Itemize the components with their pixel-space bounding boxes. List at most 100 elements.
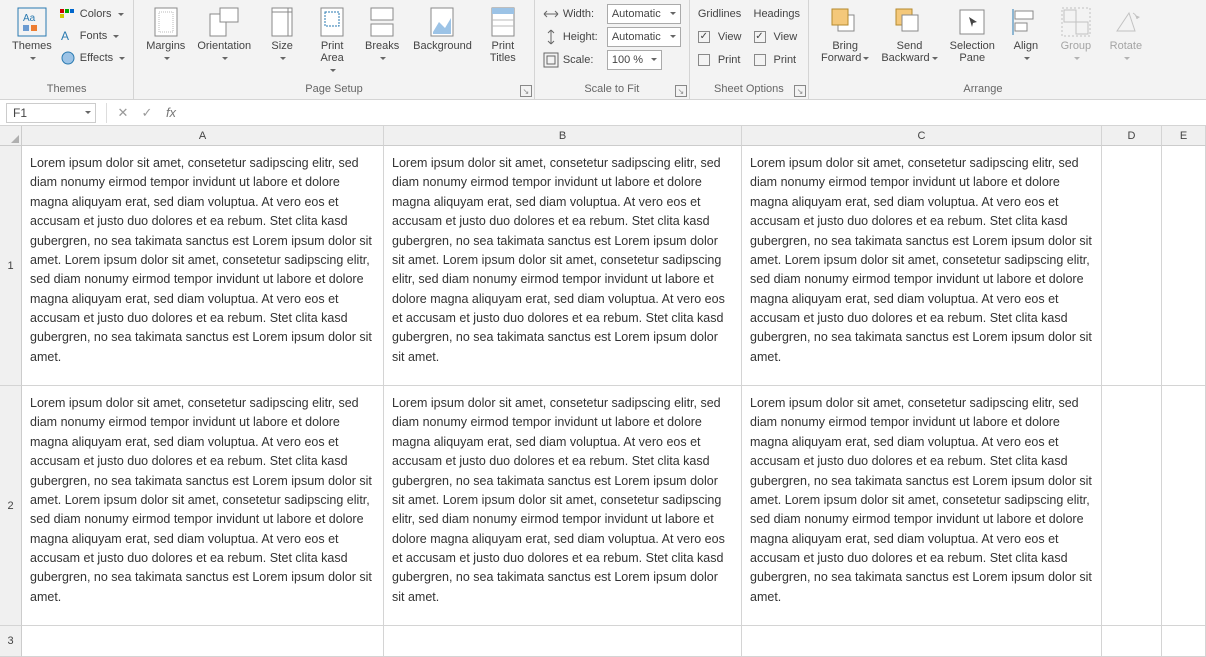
print-titles-icon xyxy=(487,6,519,38)
column-header[interactable]: A xyxy=(22,126,384,146)
cancel-formula-button[interactable]: ✕ xyxy=(111,103,135,123)
rotate-button: Rotate xyxy=(1103,4,1149,66)
themes-icon: Aa xyxy=(16,6,48,38)
bring-forward-icon xyxy=(829,6,861,38)
gridlines-print-checkbox[interactable]: Print xyxy=(698,50,742,70)
group-sheet-options: Gridlines View Print Headings View Print… xyxy=(690,0,809,99)
send-backward-button[interactable]: Send Backward xyxy=(877,4,941,66)
cell-C3[interactable] xyxy=(742,626,1102,657)
select-all-button[interactable] xyxy=(0,126,22,146)
orientation-button[interactable]: Orientation xyxy=(193,4,255,66)
group-label-arrange: Arrange xyxy=(817,81,1149,97)
print-area-button[interactable]: Print Area xyxy=(309,4,355,78)
send-backward-icon xyxy=(893,6,925,38)
cell-D3[interactable] xyxy=(1102,626,1162,657)
selection-pane-icon xyxy=(956,6,988,38)
bring-forward-button[interactable]: Bring Forward xyxy=(817,4,873,66)
size-button[interactable]: Size xyxy=(259,4,305,66)
cell-E1[interactable] xyxy=(1162,146,1206,386)
cell-D2[interactable] xyxy=(1102,386,1162,626)
group-page-setup: Margins Orientation Size Print Area Brea… xyxy=(134,0,535,99)
height-label: Height: xyxy=(563,31,603,43)
colors-icon xyxy=(60,6,76,22)
cell-B1[interactable]: Lorem ipsum dolor sit amet, consetetur s… xyxy=(384,146,742,386)
themes-label: Themes xyxy=(12,40,52,52)
fonts-icon: A xyxy=(60,28,76,44)
row-header[interactable]: 1 xyxy=(0,146,22,386)
cell-B2[interactable]: Lorem ipsum dolor sit amet, consetetur s… xyxy=(384,386,742,626)
fx-icon: fx xyxy=(166,105,176,120)
gridlines-view-checkbox[interactable]: View xyxy=(698,27,742,47)
group-label-themes: Themes xyxy=(8,81,125,97)
group-arrange: Bring Forward Send Backward Selection Pa… xyxy=(809,0,1157,99)
breaks-button[interactable]: Breaks xyxy=(359,4,405,66)
themes-button[interactable]: Aa Themes xyxy=(8,4,56,66)
row-header[interactable]: 2 xyxy=(0,386,22,626)
size-icon xyxy=(266,6,298,38)
scale-spinner[interactable]: 100 % xyxy=(607,50,662,70)
row-header[interactable]: 3 xyxy=(0,626,22,657)
column-header[interactable]: C xyxy=(742,126,1102,146)
cell-E3[interactable] xyxy=(1162,626,1206,657)
cell-A2[interactable]: Lorem ipsum dolor sit amet, consetetur s… xyxy=(22,386,384,626)
breaks-icon xyxy=(366,6,398,38)
headings-header: Headings xyxy=(754,8,800,20)
formula-input[interactable] xyxy=(183,103,1206,123)
checkbox-icon xyxy=(754,31,766,43)
width-combo[interactable]: Automatic xyxy=(607,4,681,24)
rotate-icon xyxy=(1110,6,1142,38)
svg-text:A: A xyxy=(61,29,69,43)
print-titles-button[interactable]: Print Titles xyxy=(480,4,526,66)
background-icon xyxy=(426,6,458,38)
headings-view-checkbox[interactable]: View xyxy=(754,27,800,47)
fonts-button[interactable]: AFonts xyxy=(60,26,125,46)
cell-C2[interactable]: Lorem ipsum dolor sit amet, consetetur s… xyxy=(742,386,1102,626)
sheet-dialog-launcher[interactable]: ↘ xyxy=(794,85,806,97)
width-icon xyxy=(543,6,559,22)
height-icon xyxy=(543,29,559,45)
worksheet-grid: 1 2 3 A B C D E Lorem ipsum dolor sit am… xyxy=(0,126,1206,657)
checkbox-icon xyxy=(698,54,710,66)
name-box[interactable]: F1 xyxy=(6,103,96,123)
group-label-scale: Scale to Fit xyxy=(543,81,681,97)
cell-A1[interactable]: Lorem ipsum dolor sit amet, consetetur s… xyxy=(22,146,384,386)
scale-icon xyxy=(543,52,559,68)
group-icon xyxy=(1060,6,1092,38)
cell-A3[interactable] xyxy=(22,626,384,657)
column-header[interactable]: E xyxy=(1162,126,1206,146)
headings-print-checkbox[interactable]: Print xyxy=(754,50,800,70)
background-button[interactable]: Background xyxy=(409,4,476,54)
align-icon xyxy=(1010,6,1042,38)
scale-label: Scale: xyxy=(563,54,603,66)
column-header[interactable]: B xyxy=(384,126,742,146)
ribbon: Aa Themes Colors AFonts Effects Themes M… xyxy=(0,0,1206,100)
print-area-icon xyxy=(316,6,348,38)
margins-icon xyxy=(150,6,182,38)
cell-B3[interactable] xyxy=(384,626,742,657)
checkbox-icon xyxy=(698,31,710,43)
insert-function-button[interactable]: fx xyxy=(159,103,183,123)
align-button[interactable]: Align xyxy=(1003,4,1049,66)
margins-button[interactable]: Margins xyxy=(142,4,189,66)
effects-button[interactable]: Effects xyxy=(60,48,125,68)
x-icon: ✕ xyxy=(118,105,129,121)
group-label-page-setup: Page Setup xyxy=(142,81,526,97)
selection-pane-button[interactable]: Selection Pane xyxy=(946,4,999,66)
height-combo[interactable]: Automatic xyxy=(607,27,681,47)
scale-dialog-launcher[interactable]: ↘ xyxy=(675,85,687,97)
group-themes: Aa Themes Colors AFonts Effects Themes xyxy=(0,0,134,99)
enter-formula-button[interactable]: ✓ xyxy=(135,103,159,123)
svg-text:Aa: Aa xyxy=(23,13,36,24)
colors-button[interactable]: Colors xyxy=(60,4,125,24)
column-header[interactable]: D xyxy=(1102,126,1162,146)
page-setup-dialog-launcher[interactable]: ↘ xyxy=(520,85,532,97)
width-label: Width: xyxy=(563,8,603,20)
gridlines-header: Gridlines xyxy=(698,8,741,20)
cell-D1[interactable] xyxy=(1102,146,1162,386)
group-scale-to-fit: Width: Automatic Height: Automatic Scale: 1… xyxy=(535,0,690,99)
cell-C1[interactable]: Lorem ipsum dolor sit amet, consetetur s… xyxy=(742,146,1102,386)
check-icon: ✓ xyxy=(142,105,153,121)
orientation-icon xyxy=(208,6,240,38)
cell-E2[interactable] xyxy=(1162,386,1206,626)
group-label-sheet: Sheet Options xyxy=(698,81,800,97)
